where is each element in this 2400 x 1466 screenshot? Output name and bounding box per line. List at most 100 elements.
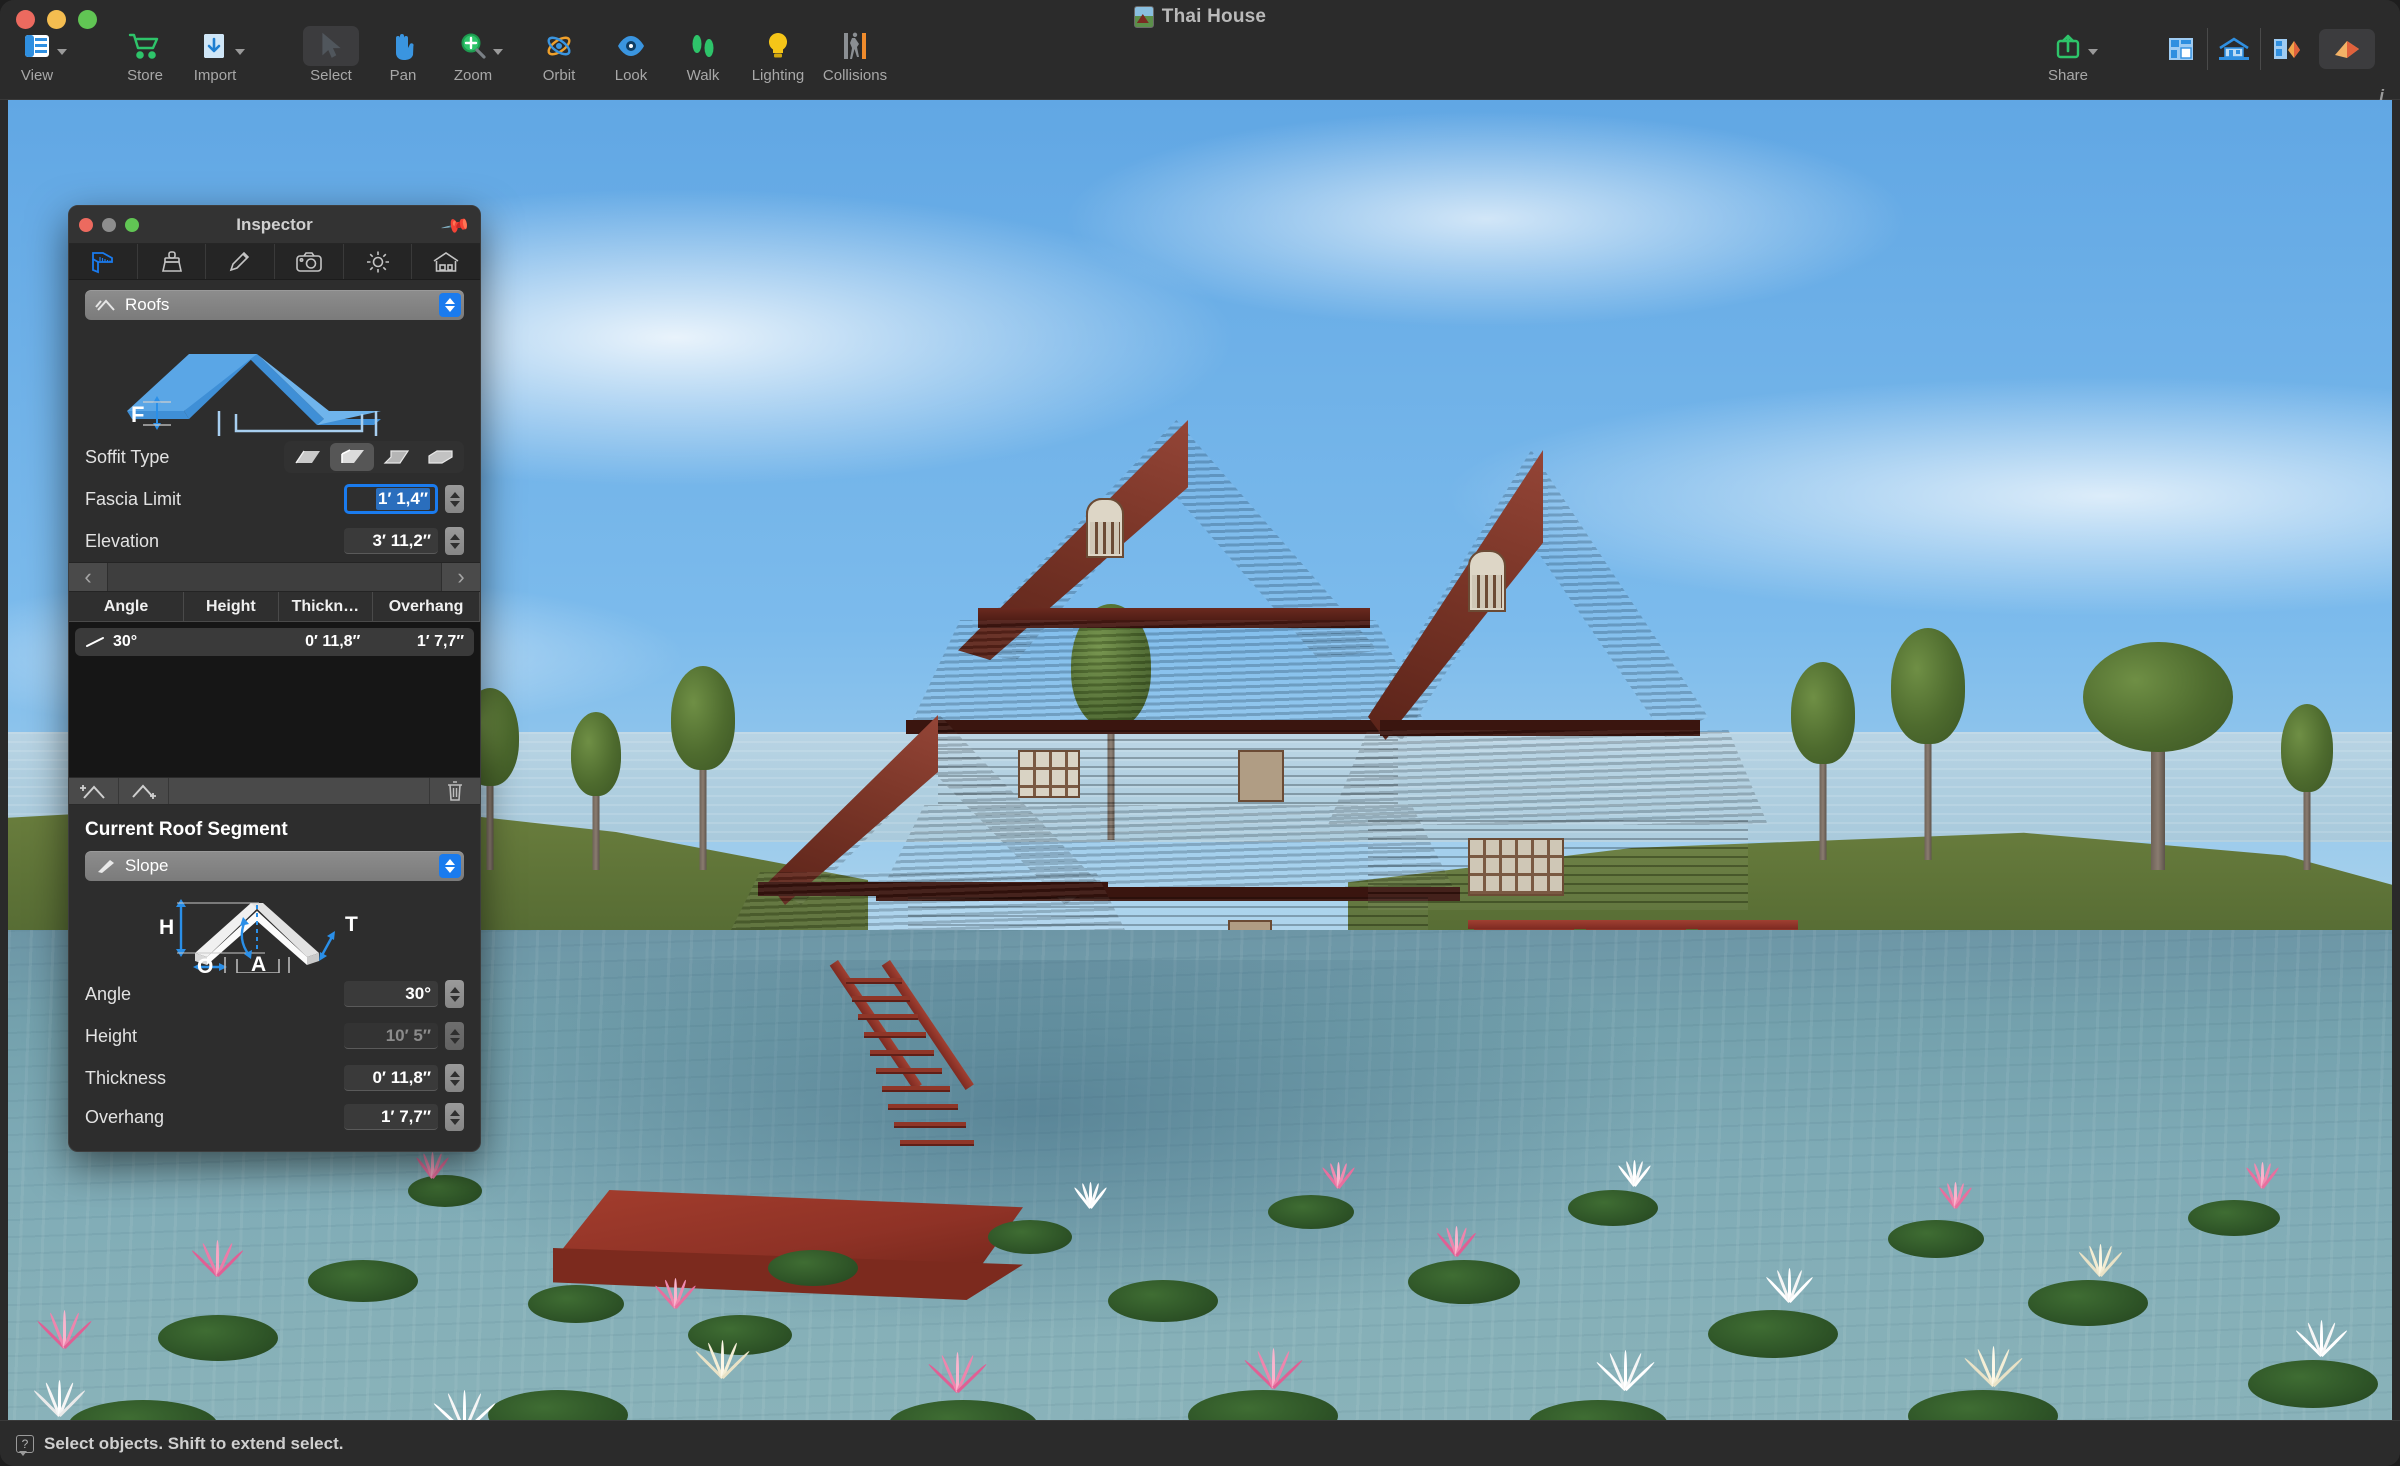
inspector-maximize-button[interactable] (125, 217, 139, 232)
elevation-input[interactable]: 3′ 11,2″ (344, 528, 438, 554)
stairs (829, 960, 998, 1230)
inspector-tab-brush[interactable] (138, 244, 207, 279)
soffit-type-label: Soffit Type (85, 446, 170, 467)
segment-angle-input[interactable]: 30° (344, 981, 438, 1007)
segment-overhang-input[interactable]: 1′ 7,7″ (344, 1104, 438, 1130)
column-header-height[interactable]: Height (184, 592, 279, 621)
segment-angle-label: Angle (85, 983, 132, 1004)
inspector-tab-camera[interactable] (275, 244, 344, 279)
lotus-flower (2245, 1162, 2280, 1189)
add-roof-segment-button[interactable] (119, 778, 169, 804)
toolbar-item-share[interactable]: Share (2025, 26, 2111, 84)
segment-type-select[interactable]: Slope (85, 851, 464, 881)
inspector-body: Roofs F Soffit Type Fascia Limit 1′ 1,4″… (69, 280, 480, 1151)
toolbar-item-zoom[interactable]: Zoom (430, 26, 516, 84)
column-header-angle[interactable]: Angle (69, 592, 185, 621)
toolbar-item-view[interactable]: View (0, 26, 80, 84)
elevation-stepper[interactable] (445, 527, 464, 555)
house-icon (433, 251, 459, 272)
segment-overhang-label: Overhang (85, 1106, 165, 1127)
toolbar-item-lighting[interactable]: Lighting (735, 26, 821, 84)
lotus-flower (694, 1340, 751, 1380)
title-bar: Thai House View Store Import Select Pan … (0, 0, 2400, 105)
soffit-type-options[interactable] (284, 441, 464, 473)
soffit-stepped-icon[interactable] (418, 443, 462, 471)
chevron-down-icon[interactable] (2088, 49, 2098, 55)
footer-spacer (169, 778, 430, 804)
window (1086, 498, 1124, 558)
chevron-down-icon[interactable] (57, 49, 67, 55)
roof-fascia-diagram: F (69, 326, 480, 438)
help-tooltip-icon: ? (16, 1434, 34, 1456)
delete-segment-button[interactable] (430, 780, 480, 802)
add-roof-button[interactable] (69, 778, 119, 804)
orbit-icon (531, 26, 587, 66)
inspector-minimize-button[interactable] (102, 217, 116, 232)
segment-thickness-input[interactable]: 0′ 11,8″ (344, 1065, 438, 1091)
field-segment-height: Height 10′ 5″ (69, 1015, 480, 1057)
category-stepper[interactable] (439, 293, 461, 317)
seg-label-a: A (251, 953, 266, 973)
view-mode-elevation[interactable] (2208, 29, 2260, 69)
segment-type-label: Slope (125, 856, 169, 875)
inspector-close-button[interactable] (79, 217, 93, 232)
lotus-flower (1436, 1226, 1477, 1257)
segment-thickness-stepper[interactable] (445, 1064, 464, 1092)
tree (2278, 700, 2336, 870)
inspector-titlebar[interactable]: Inspector 📌 (69, 206, 480, 244)
segment-angle-stepper[interactable] (445, 980, 464, 1008)
import-icon (187, 26, 245, 66)
view-mode-floorplan[interactable] (2155, 29, 2207, 69)
lightbulb-icon (750, 26, 806, 66)
field-segment-thickness: Thickness 0′ 11,8″ (69, 1057, 480, 1099)
toolbar-item-collisions[interactable]: Collisions (812, 26, 898, 84)
render-icon (2335, 41, 2359, 58)
chevron-right-icon[interactable]: › (442, 564, 480, 590)
soffit-angled-icon[interactable] (374, 443, 418, 471)
toolbar-label-lighting: Lighting (751, 67, 805, 84)
fascia-limit-stepper[interactable] (445, 485, 464, 513)
caliper-icon (91, 251, 113, 273)
seg-label-h: H (159, 916, 174, 939)
inspector-tab-caliper[interactable] (69, 244, 138, 279)
lotus-flower (927, 1352, 988, 1394)
page-title: Thai House (1161, 6, 1267, 27)
column-header-overhang[interactable]: Overhang (373, 592, 480, 621)
column-header-thickness[interactable]: Thickn… (279, 592, 374, 621)
window (1468, 550, 1506, 612)
toolbar-item-walk[interactable]: Walk (660, 26, 746, 84)
inspector-panel[interactable]: Inspector 📌 Roofs F Soffit Type Fascia L… (68, 205, 481, 1152)
chevron-down-icon[interactable] (493, 49, 503, 55)
chevron-down-icon[interactable] (235, 49, 245, 55)
soffit-vertical-icon[interactable] (330, 443, 374, 471)
toolbar-item-import[interactable]: Import (172, 26, 258, 84)
toolbar-label-view: View (20, 67, 54, 84)
elevation-icon (2219, 37, 2249, 60)
segments-table-body[interactable]: 30° 0′ 11,8″ 1′ 7,7″ (69, 622, 480, 777)
view-mode-plan-render[interactable] (2261, 29, 2313, 69)
inspector-tab-sun[interactable] (344, 244, 413, 279)
chevron-left-icon[interactable]: ‹ (69, 564, 107, 590)
segment-pager[interactable]: ‹ › (69, 562, 480, 592)
inspector-traffic-lights[interactable] (79, 217, 139, 232)
field-segment-overhang: Overhang 1′ 7,7″ (69, 1099, 480, 1141)
segment-height-input: 10′ 5″ (344, 1023, 438, 1049)
lotus-flower (190, 1240, 245, 1278)
pager-track[interactable] (107, 563, 442, 591)
inspector-tabs[interactable] (69, 244, 480, 280)
lotus-flower (1938, 1182, 1973, 1209)
segment-type-stepper[interactable] (439, 854, 461, 878)
view-mode-render[interactable] (2319, 29, 2375, 69)
tree (568, 710, 624, 870)
inspector-tab-pencil[interactable] (206, 244, 276, 279)
soffit-flat-icon[interactable] (286, 443, 330, 471)
fascia-limit-input[interactable]: 1′ 1,4″ (344, 484, 438, 514)
toolbar-label-pan: Pan (389, 67, 417, 84)
table-row[interactable]: 30° 0′ 11,8″ 1′ 7,7″ (75, 628, 474, 656)
segment-overhang-stepper[interactable] (445, 1103, 464, 1131)
status-bar: ? Select objects. Shift to extend select… (0, 1420, 2400, 1466)
toolbar-label-import: Import (193, 67, 237, 84)
inspector-tab-house[interactable] (412, 244, 480, 279)
category-select[interactable]: Roofs (85, 290, 464, 320)
category-label: Roofs (125, 295, 170, 314)
